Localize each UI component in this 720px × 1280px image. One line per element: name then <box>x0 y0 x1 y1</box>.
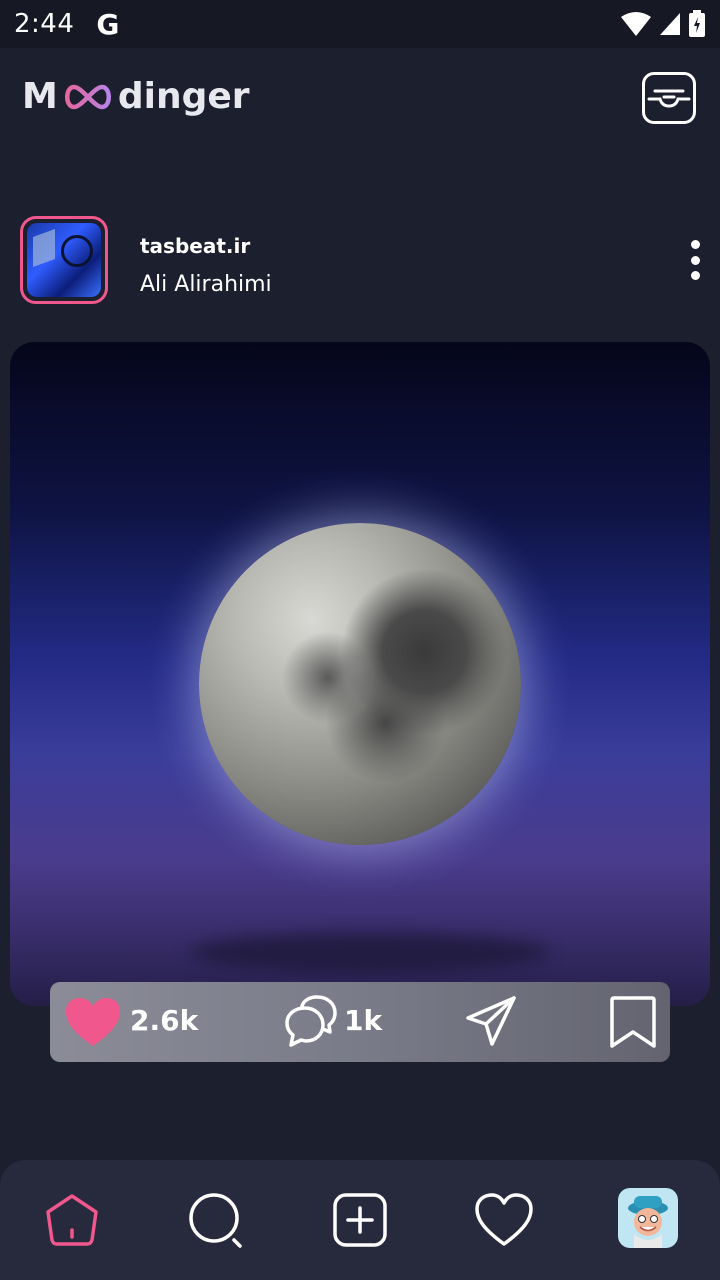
more-options-icon[interactable] <box>684 240 706 280</box>
bookmark-icon[interactable] <box>606 994 660 1050</box>
comment-icon[interactable] <box>282 994 338 1050</box>
infinity-icon <box>64 84 111 109</box>
search-icon[interactable] <box>186 1190 246 1250</box>
wifi-icon <box>621 12 651 36</box>
add-post-icon[interactable] <box>330 1190 390 1250</box>
post-header: tasbeat.ir Ali Alirahimi <box>0 214 720 306</box>
battery-icon <box>689 10 705 37</box>
logo-text-right: dinger <box>117 76 250 117</box>
google-icon: G <box>96 7 120 41</box>
heart-filled-icon[interactable] <box>64 996 122 1048</box>
heart-icon[interactable] <box>474 1190 534 1250</box>
comment-count: 1k <box>344 1004 383 1037</box>
send-icon[interactable] <box>464 994 520 1050</box>
app-logo: M dinger <box>22 76 250 117</box>
status-bar: 2:44 G <box>0 0 720 48</box>
memoji-avatar-icon <box>628 1196 668 1248</box>
home-icon[interactable] <box>42 1190 102 1250</box>
app-header: M dinger <box>0 48 720 148</box>
post-username[interactable]: tasbeat.ir <box>140 234 250 258</box>
post-author-avatar[interactable] <box>20 216 108 304</box>
post-image[interactable] <box>10 342 710 1006</box>
inbox-icon <box>647 89 691 108</box>
avatar-image <box>27 223 101 297</box>
inbox-button[interactable] <box>642 72 696 124</box>
like-count: 2.6k <box>130 1004 199 1037</box>
logo-text-left: M <box>22 76 58 117</box>
status-time: 2:44 <box>14 9 75 39</box>
profile-avatar[interactable] <box>618 1188 678 1248</box>
moon-image <box>199 523 521 845</box>
moon-shadow <box>190 932 550 972</box>
signal-icon <box>660 13 680 35</box>
bottom-navigation <box>0 1160 720 1280</box>
status-icons <box>620 10 706 38</box>
post-author-name: Ali Alirahimi <box>140 272 272 297</box>
post-action-bar: 2.6k 1k <box>50 982 670 1062</box>
